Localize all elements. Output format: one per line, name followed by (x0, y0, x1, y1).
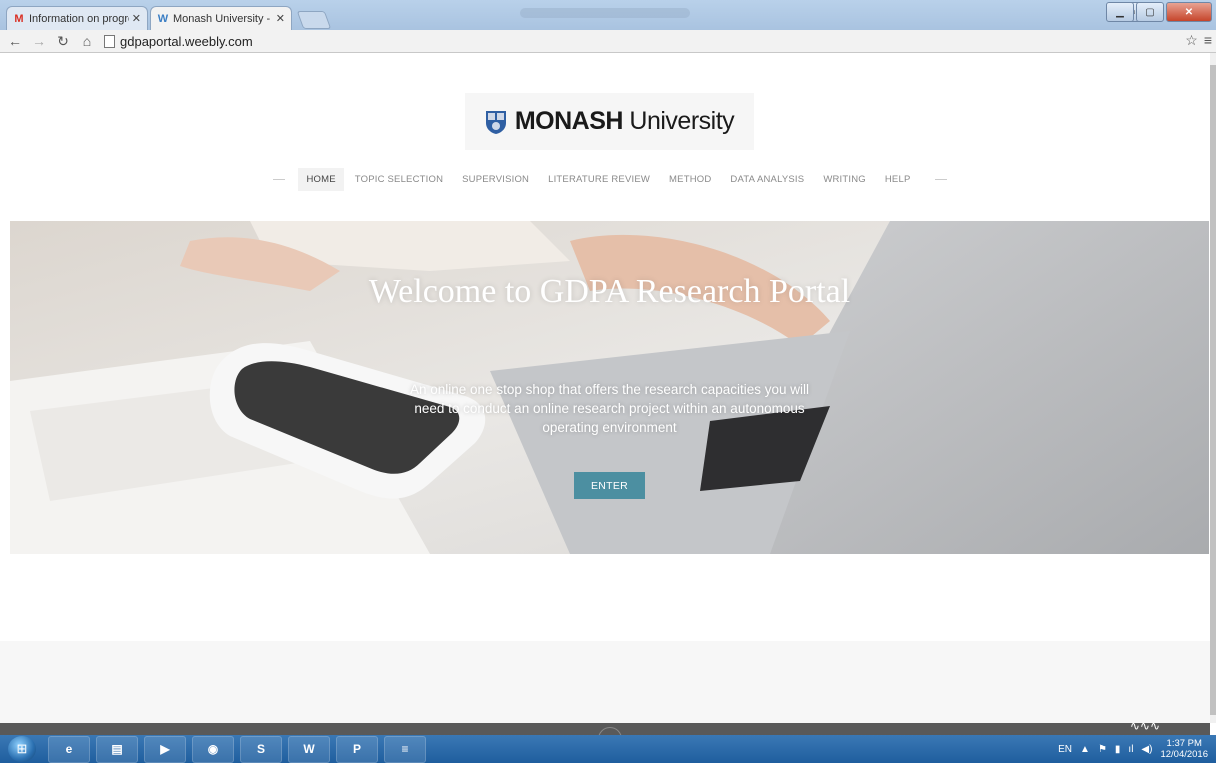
browser-toolbar: ← → ↻ ⌂ gdpaportal.weebly.com ☆ ≡ (0, 30, 1216, 53)
page-footer: ∿∿∿ (0, 723, 1210, 735)
volume-icon[interactable]: ◀) (1141, 744, 1152, 755)
nav-item-method[interactable]: METHOD (661, 168, 719, 191)
nav-item-data-analysis[interactable]: DATA ANALYSIS (722, 168, 812, 191)
show-hidden-icons-icon[interactable]: ▲ (1080, 744, 1090, 755)
home-icon[interactable]: ⌂ (80, 33, 94, 49)
app-icon[interactable]: ≡ (384, 735, 426, 763)
start-button[interactable]: ⊞ (8, 736, 36, 762)
reload-icon[interactable]: ↻ (56, 33, 70, 50)
monash-crest-icon (485, 110, 506, 134)
page-icon (104, 34, 115, 48)
window-controls: ▁ ▢ ✕ (1106, 2, 1212, 22)
nav-item-home[interactable]: HOME (298, 167, 344, 191)
internet-explorer-icon[interactable]: e (48, 735, 90, 763)
powerpoint-icon[interactable]: P (336, 735, 378, 763)
tab-label: Monash University - Hom (173, 12, 273, 25)
url-text[interactable]: gdpaportal.weebly.com (120, 34, 253, 49)
enter-button[interactable]: ENTER (574, 472, 645, 499)
nav-item-help[interactable]: HELP (877, 168, 919, 191)
menu-icon[interactable]: ≡ (1204, 32, 1212, 49)
nav-divider (273, 178, 286, 180)
media-player-icon[interactable]: ▶ (144, 735, 186, 763)
minimize-button[interactable]: ▁ (1106, 2, 1134, 22)
bookmark-star-icon[interactable]: ☆ (1185, 32, 1198, 49)
close-tab-icon[interactable]: ✕ (132, 12, 141, 25)
monash-logo[interactable]: MONASH University (465, 93, 754, 150)
signal-icon[interactable]: ıl (1128, 744, 1133, 755)
logo-text: MONASH University (514, 107, 735, 135)
network-icon[interactable]: ▮ (1115, 744, 1121, 755)
scroll-up-icon[interactable] (598, 727, 622, 735)
hero-banner: Welcome to GDPA Research Portal An onlin… (10, 221, 1209, 554)
close-tab-icon[interactable]: ✕ (276, 12, 285, 25)
tab-information-on-progress[interactable]: M Information on progress ✕ (6, 6, 148, 30)
content-band (0, 641, 1210, 723)
hero-subtitle: An online one stop shop that offers the … (410, 382, 809, 435)
browser-titlebar: M Information on progress ✕ W Monash Uni… (0, 0, 1216, 30)
address-bar[interactable]: gdpaportal.weebly.com (104, 34, 253, 49)
nav-item-writing[interactable]: WRITING (815, 168, 874, 191)
tab-label: Information on progress (29, 12, 129, 25)
new-tab-button[interactable] (296, 11, 332, 29)
clock-date: 12/04/2016 (1160, 749, 1208, 760)
file-explorer-icon[interactable]: ▤ (96, 735, 138, 763)
close-window-button[interactable]: ✕ (1166, 2, 1212, 22)
footer-signature-icon: ∿∿∿ (1129, 723, 1160, 733)
system-tray: EN ▲ ⚑ ▮ ıl ◀) 1:37 PM 12/04/2016 (1058, 735, 1208, 763)
page-scrollbar[interactable] (1210, 53, 1216, 723)
web-page: MONASH University HOME TOPIC SELECTION S… (0, 53, 1210, 723)
word-icon[interactable]: W (288, 735, 330, 763)
weebly-icon: W (157, 12, 169, 25)
maximize-button[interactable]: ▢ (1136, 2, 1164, 22)
window-title (520, 8, 690, 18)
clock[interactable]: 1:37 PM 12/04/2016 (1160, 738, 1208, 760)
nav-item-supervision[interactable]: SUPERVISION (454, 168, 537, 191)
nav-item-topic-selection[interactable]: TOPIC SELECTION (347, 168, 451, 191)
nav-divider (934, 178, 947, 180)
scrollbar-thumb[interactable] (1210, 65, 1216, 715)
clock-time: 1:37 PM (1166, 738, 1202, 749)
gmail-icon: M (14, 12, 24, 25)
flag-icon[interactable]: ⚑ (1098, 744, 1107, 755)
skype-icon[interactable]: S (240, 735, 282, 763)
forward-icon[interactable]: → (32, 33, 46, 49)
back-icon[interactable]: ← (8, 33, 22, 49)
windows-taskbar: ⊞ e ▤ ▶ ◉ S W P ≡ EN ▲ ⚑ ▮ ıl ◀) 1:37 PM… (0, 735, 1216, 763)
language-indicator[interactable]: EN (1058, 744, 1072, 755)
chrome-icon[interactable]: ◉ (192, 735, 234, 763)
tab-monash-university[interactable]: W Monash University - Hom ✕ (150, 6, 292, 30)
hero-title: Welcome to GDPA Research Portal (368, 273, 851, 310)
nav-item-literature-review[interactable]: LITERATURE REVIEW (540, 168, 658, 191)
main-nav: HOME TOPIC SELECTION SUPERVISION LITERAT… (260, 166, 960, 192)
